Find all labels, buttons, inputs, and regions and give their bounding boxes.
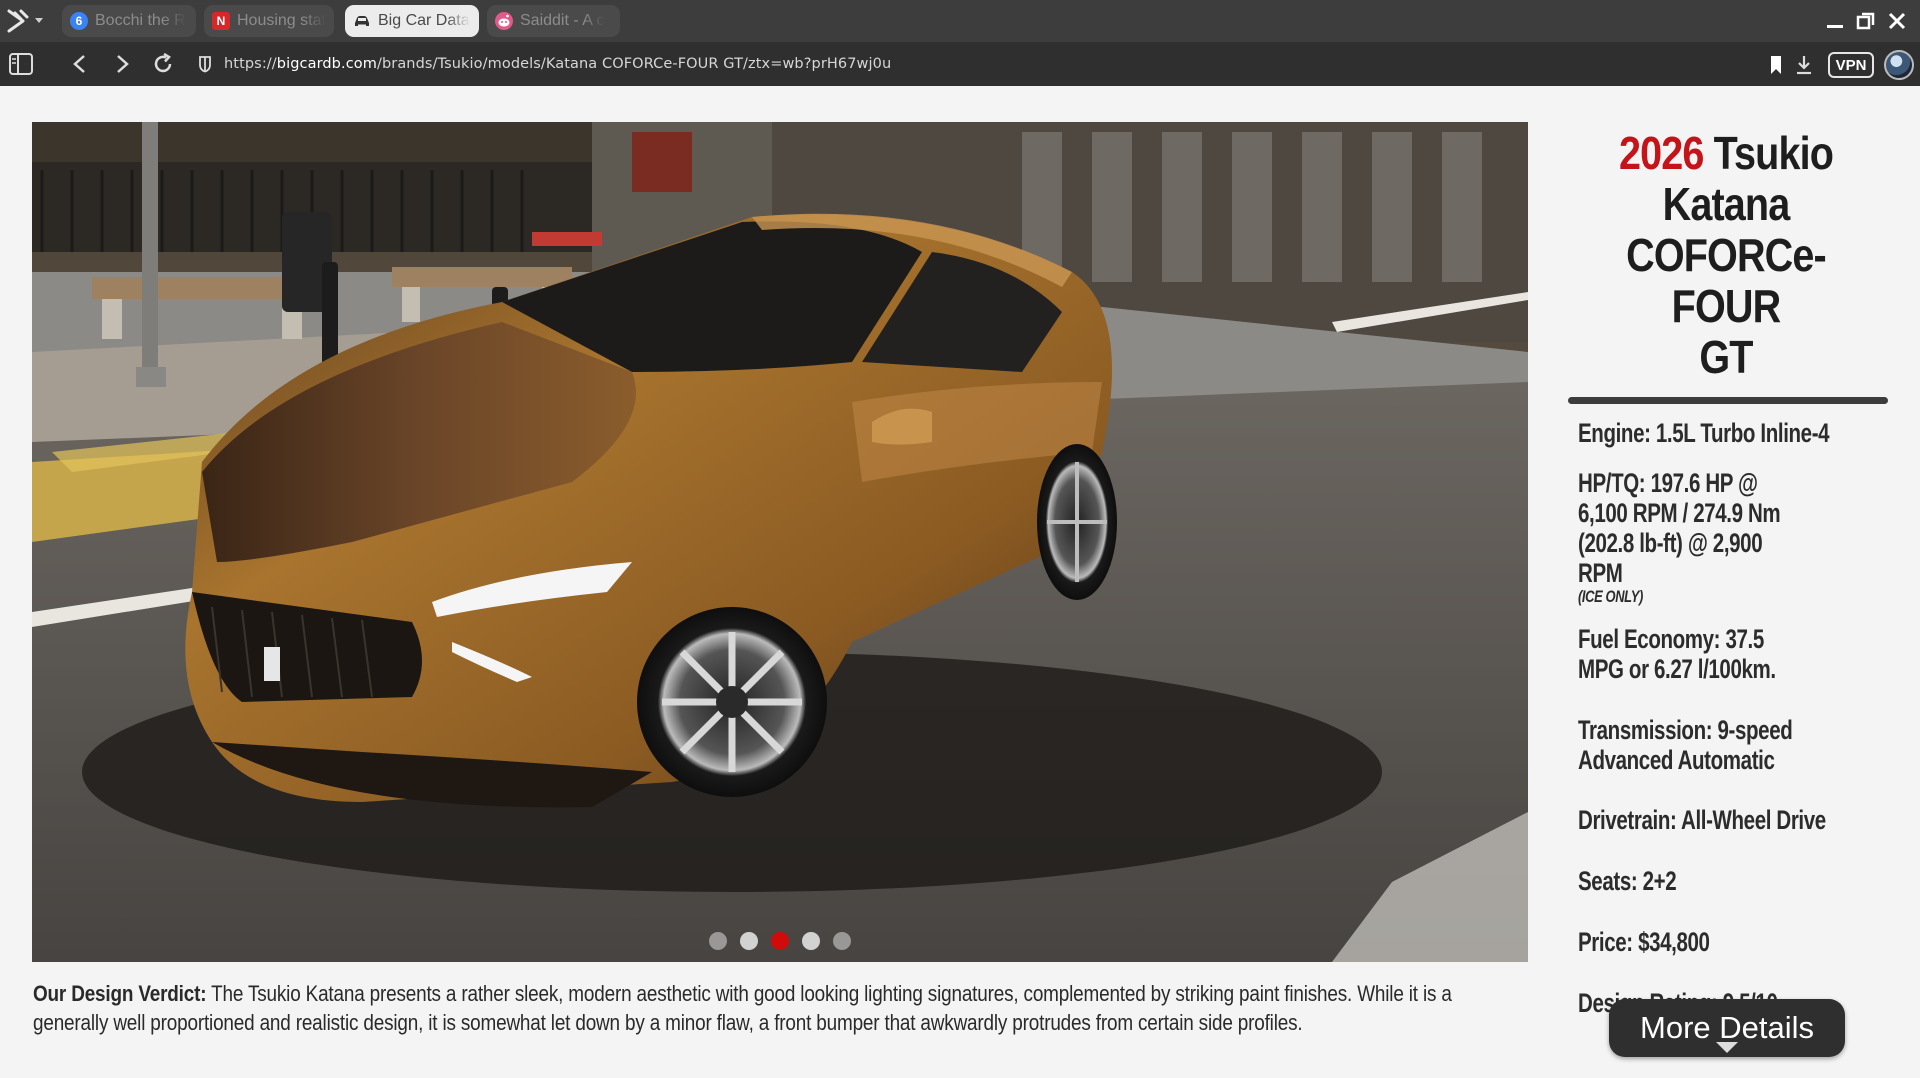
design-verdict: Our Design Verdict: The Tsukio Katana pr…: [33, 979, 1512, 1037]
title-divider: [1568, 397, 1888, 404]
carousel-dot-5[interactable]: [833, 932, 851, 950]
spec-list: Engine: 1.5L Turbo Inline-4 HP/TQ: 197.6…: [1566, 418, 1886, 1018]
bookmark-icon[interactable]: [1768, 54, 1784, 76]
carousel-dot-3[interactable]: [771, 932, 789, 950]
car-title: 2026 Tsukio Katana COFORCe-FOUR GT: [1588, 128, 1863, 383]
tab-housing[interactable]: N Housing stat: [204, 5, 334, 37]
car-make: Tsukio: [1713, 127, 1834, 179]
spec-engine: Engine: 1.5L Turbo Inline-4: [1578, 418, 1830, 448]
car-year: 2026: [1618, 127, 1704, 179]
sidebar-toggle-icon[interactable]: [7, 51, 35, 77]
carousel-dot-1[interactable]: [709, 932, 727, 950]
browser-tab-bar: 6 Bocchi the R N Housing stat Big Car Da…: [0, 0, 1920, 42]
car-photo: [32, 122, 1528, 962]
car-image-carousel[interactable]: [32, 122, 1528, 962]
close-icon[interactable]: [1886, 10, 1908, 32]
verdict-text: The Tsukio Katana presents a rather slee…: [33, 981, 1452, 1035]
profile-avatar[interactable]: [1884, 50, 1914, 80]
restore-icon[interactable]: [1855, 10, 1877, 32]
alien-icon: [495, 12, 513, 30]
carousel-indicators: [32, 932, 1528, 950]
tab-big-car-data[interactable]: Big Car Data: [345, 5, 479, 37]
more-details-label: More Details: [1640, 1010, 1814, 1045]
site-info-icon[interactable]: [196, 55, 214, 73]
address-bar[interactable]: https://bigcardb.com/brands/Tsukio/model…: [196, 49, 1756, 79]
tab-favicon-icon: 6: [70, 12, 88, 30]
back-icon[interactable]: [66, 51, 94, 77]
reload-icon[interactable]: [149, 51, 177, 77]
page-content: Our Design Verdict: The Tsukio Katana pr…: [0, 86, 1920, 1078]
verdict-label: Our Design Verdict:: [33, 981, 207, 1006]
tab-label: Saiddit - A c: [520, 12, 605, 29]
minimize-icon[interactable]: [1824, 10, 1846, 32]
spec-drivetrain: Drivetrain: All-Wheel Drive: [1578, 805, 1826, 835]
tab-label: Housing stat: [237, 12, 326, 29]
car-trim-suffix: GT: [1699, 331, 1753, 383]
tab-saiddit[interactable]: Saiddit - A c: [487, 5, 620, 37]
spec-fuel-economy: Fuel Economy: 37.5 MPG or 6.27 l/100km.: [1578, 624, 1776, 684]
car-trim: COFORCe-FOUR: [1626, 229, 1827, 332]
browser-nav-bar: https://bigcardb.com/brands/Tsukio/model…: [0, 42, 1920, 86]
browser-menu-icon[interactable]: [6, 8, 44, 34]
url-text[interactable]: https://bigcardb.com/brands/Tsukio/model…: [224, 56, 891, 72]
spec-price: Price: $34,800: [1578, 927, 1710, 957]
carousel-dot-4[interactable]: [802, 932, 820, 950]
tab-label: Big Car Data: [378, 12, 470, 29]
car-icon: [355, 16, 369, 26]
forward-icon[interactable]: [108, 51, 136, 77]
spec-hp-tq-note: (ICE ONLY): [1578, 587, 1643, 606]
carousel-dot-2[interactable]: [740, 932, 758, 950]
more-details-button[interactable]: More Details: [1609, 999, 1845, 1057]
tab-favicon-icon: N: [212, 12, 230, 30]
download-icon[interactable]: [1795, 54, 1813, 76]
spec-transmission: Transmission: 9-speed Advanced Automatic: [1578, 715, 1793, 775]
vpn-button[interactable]: VPN: [1828, 52, 1874, 78]
spec-seats: Seats: 2+2: [1578, 866, 1677, 896]
tab-bocchi[interactable]: 6 Bocchi the R: [62, 5, 196, 37]
spec-panel: 2026 Tsukio Katana COFORCe-FOUR GT Engin…: [1566, 122, 1888, 1018]
chevron-down-icon: [1716, 1042, 1738, 1053]
car-model: Katana: [1662, 178, 1791, 230]
spec-hp-tq: HP/TQ: 197.6 HP @ 6,100 RPM / 274.9 Nm (…: [1578, 468, 1806, 606]
tab-label: Bocchi the R: [95, 12, 186, 29]
